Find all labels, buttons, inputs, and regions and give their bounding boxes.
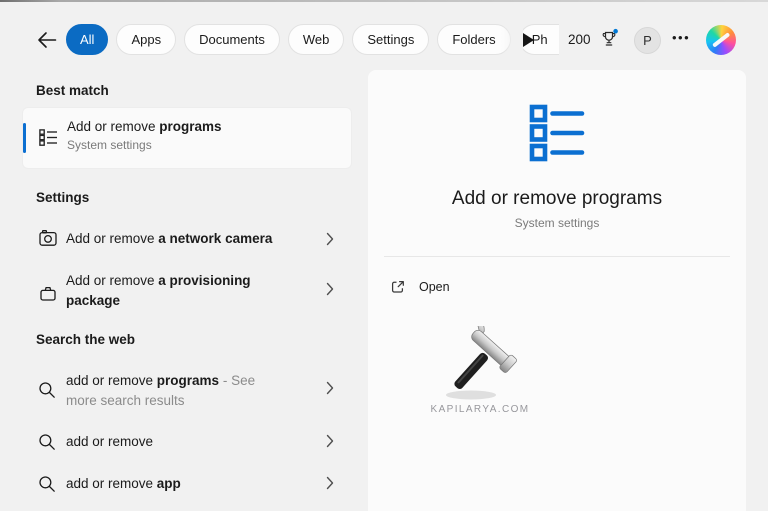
search-filter-tabs: All Apps Documents Web Settings Folders … [66, 24, 559, 55]
suggestion-text: add or remove programs - See more search… [66, 371, 284, 411]
tabs-scroll-right-icon[interactable] [523, 33, 534, 47]
suggestion-text: add or remove app [66, 476, 181, 491]
selection-accent-bar [23, 123, 26, 153]
tabs-overflow-fade [501, 22, 523, 58]
package-icon [38, 283, 58, 303]
copilot-icon[interactable] [706, 25, 736, 55]
chevron-right-icon[interactable] [326, 434, 334, 448]
back-arrow-icon [36, 29, 58, 51]
web-suggestion-add-or-remove[interactable]: add or remove [22, 433, 352, 459]
account-avatar[interactable]: P [634, 27, 661, 54]
result-network-camera[interactable]: Add or remove a network camera [22, 228, 352, 254]
watermark-text: KAPILARYA.COM [420, 404, 540, 415]
tab-web[interactable]: Web [288, 24, 345, 55]
best-match-text: Add or remove programs System settings [67, 119, 222, 152]
hammer-icon [435, 326, 525, 402]
window-top-border [0, 0, 768, 2]
chevron-right-icon[interactable] [326, 282, 334, 296]
best-match-result[interactable]: Add or remove programs System settings [22, 107, 352, 169]
search-icon [38, 475, 56, 493]
search-icon [38, 381, 56, 399]
rewards-trophy-icon[interactable] [600, 28, 619, 49]
result-text: Add or remove a network camera [66, 231, 272, 246]
tab-folders[interactable]: Folders [437, 24, 510, 55]
programs-list-big-icon [529, 104, 585, 162]
back-button[interactable] [36, 29, 58, 51]
camera-icon [38, 228, 58, 248]
open-external-icon [390, 279, 406, 295]
tab-all[interactable]: All [66, 24, 108, 55]
watermark: KAPILARYA.COM [420, 326, 540, 415]
result-provisioning-package[interactable]: Add or remove a provisioning package [22, 271, 352, 313]
preview-panel: Add or remove programs System settings O… [368, 70, 746, 511]
web-suggestion-app[interactable]: add or remove app [22, 475, 352, 501]
open-action[interactable]: Open [368, 272, 746, 302]
chevron-right-icon[interactable] [326, 381, 334, 395]
preview-subtitle: System settings [368, 216, 746, 230]
result-text: Add or remove a provisioning package [66, 271, 278, 311]
open-label: Open [419, 280, 450, 294]
chevron-right-icon[interactable] [326, 232, 334, 246]
suggestion-text: add or remove [66, 434, 153, 449]
search-icon [38, 433, 56, 451]
preview-title: Add or remove programs [368, 188, 746, 210]
tab-apps[interactable]: Apps [116, 24, 176, 55]
rewards-points[interactable]: 200 [568, 32, 591, 47]
settings-heading: Settings [36, 190, 89, 205]
tab-settings[interactable]: Settings [352, 24, 429, 55]
tab-documents[interactable]: Documents [184, 24, 280, 55]
web-suggestion-programs[interactable]: add or remove programs - See more search… [22, 371, 352, 413]
chevron-right-icon[interactable] [326, 476, 334, 490]
best-match-subtitle: System settings [67, 138, 222, 152]
search-web-heading: Search the web [36, 332, 135, 347]
more-options-icon[interactable]: ••• [672, 30, 690, 45]
best-match-heading: Best match [36, 83, 109, 98]
programs-list-icon [39, 129, 58, 146]
divider [384, 256, 730, 257]
best-match-title: Add or remove programs [67, 119, 222, 134]
